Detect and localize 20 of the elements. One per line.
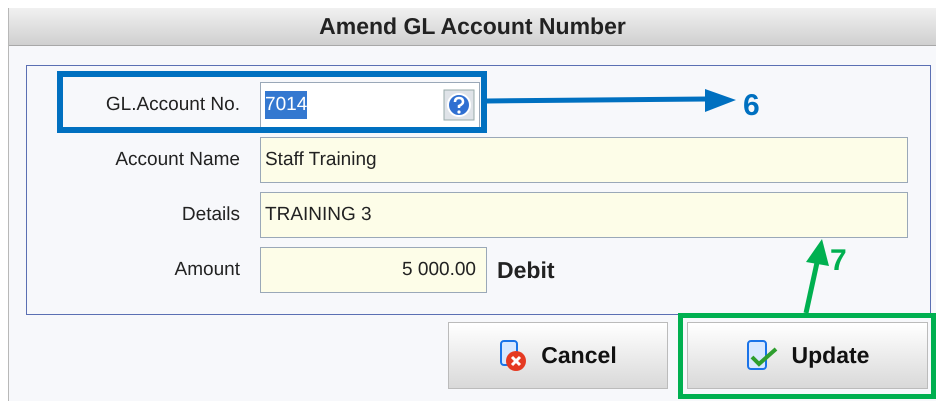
input-field[interactable]: Staff Training (260, 137, 908, 183)
callout-number: 7 (830, 243, 847, 279)
field-label: Details (180, 202, 240, 227)
field-label: Account Name (114, 148, 240, 172)
cancel-button[interactable]: Cancel (448, 322, 668, 389)
field-value: Staff Training (265, 148, 377, 172)
update-button[interactable]: Update (687, 322, 928, 389)
balance-type: Debit (497, 256, 554, 285)
field-label: GL.Account No. (104, 92, 240, 117)
field-label: Amount (174, 258, 240, 282)
callout-number: 6 (743, 88, 760, 124)
input-field[interactable]: TRAINING 3 (260, 192, 908, 238)
field-value: 5 000.00 (402, 258, 476, 282)
help-icon[interactable] (443, 89, 475, 121)
input-field[interactable]: 7014 (260, 82, 480, 128)
field-value: TRAINING 3 (265, 202, 372, 227)
input-field[interactable]: 5 000.00 (260, 247, 487, 293)
check-icon (746, 338, 780, 372)
field-value: 7014 (265, 90, 308, 120)
window-title: Amend GL Account Number (9, 8, 936, 46)
